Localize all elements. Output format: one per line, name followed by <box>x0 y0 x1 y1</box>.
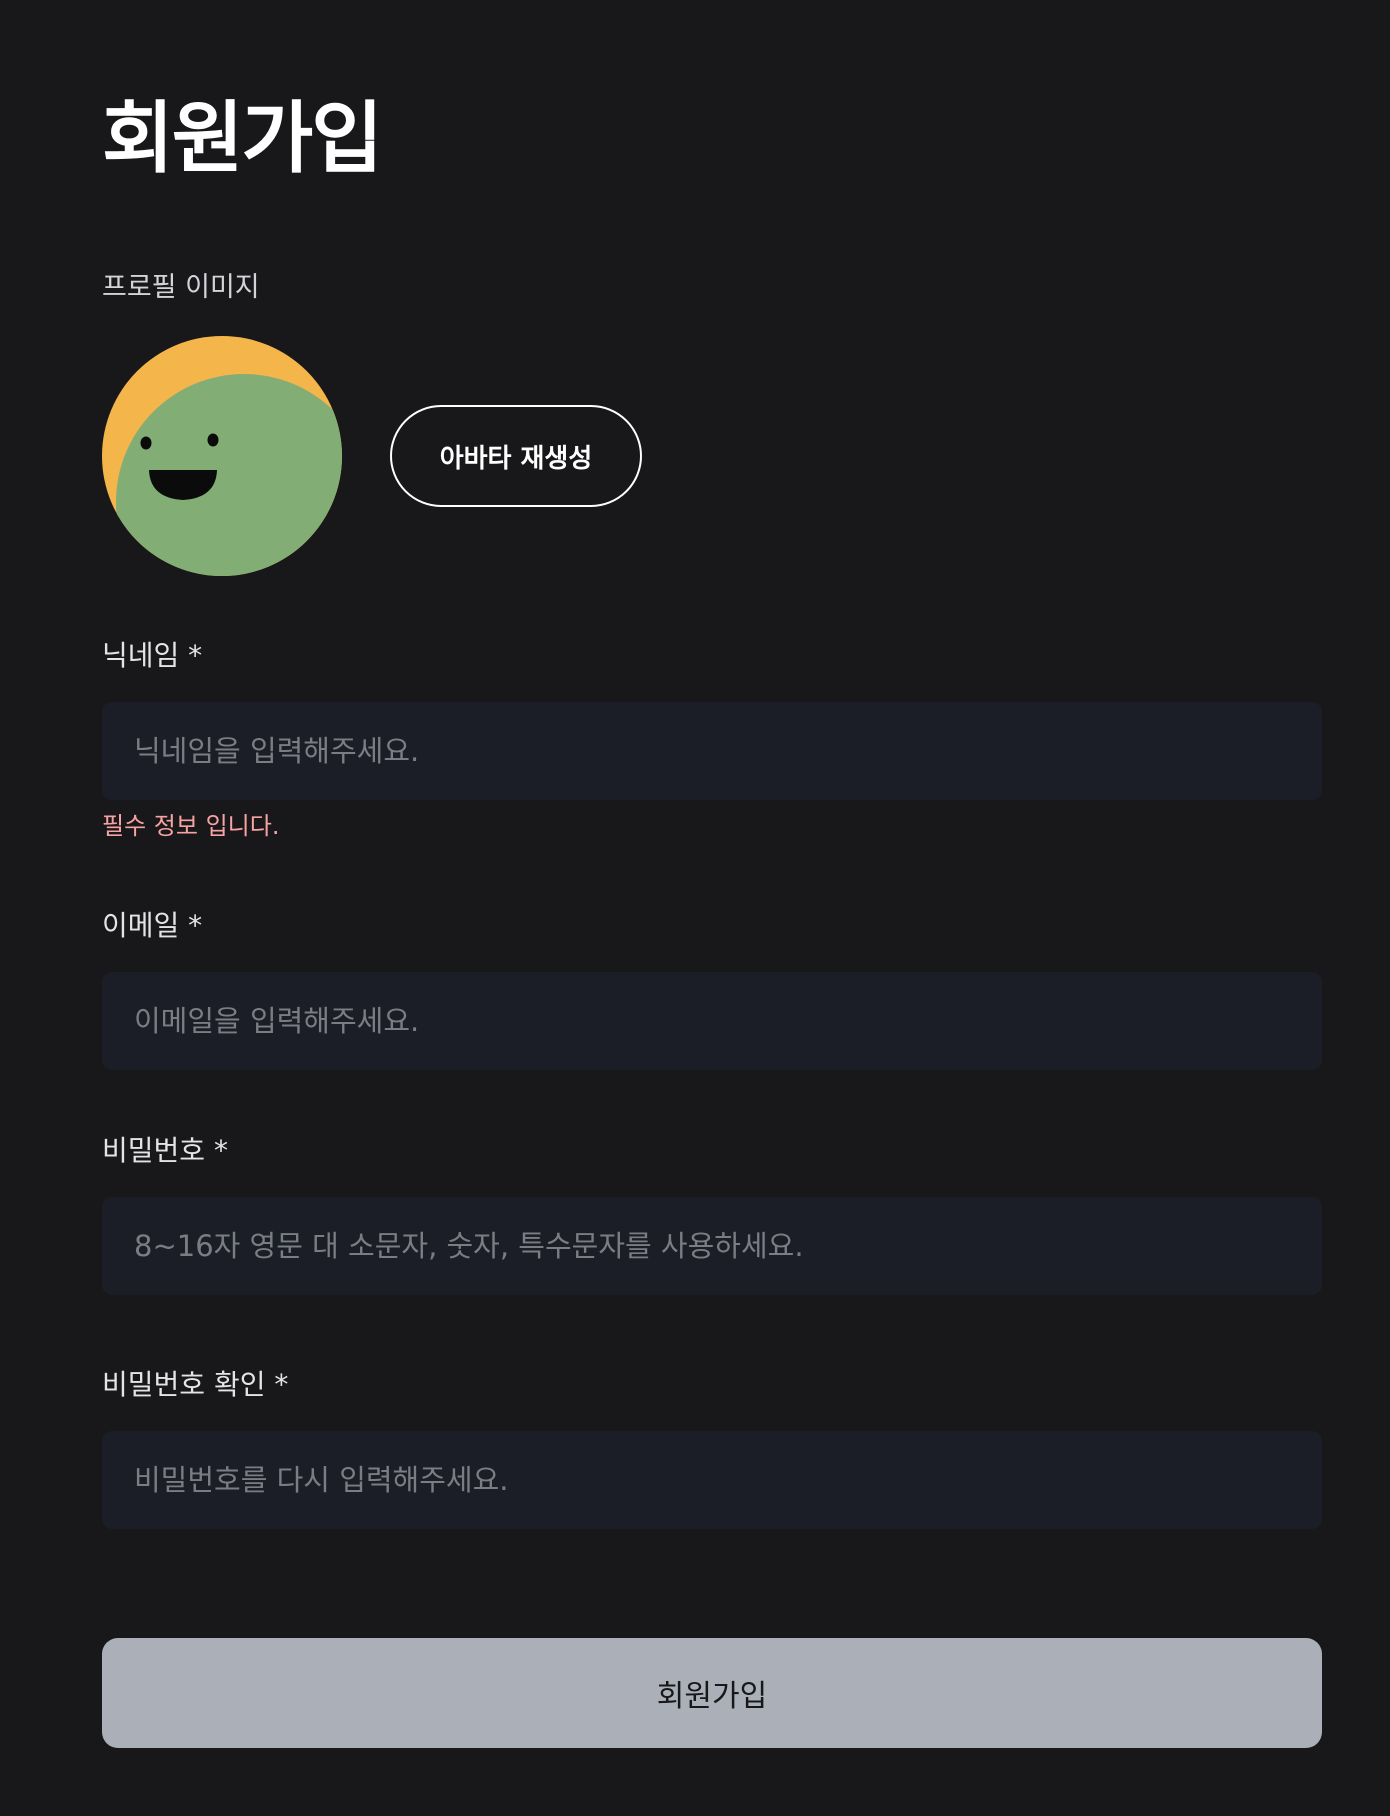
signup-submit-button[interactable]: 회원가입 <box>102 1638 1322 1748</box>
password-label: 비밀번호 * <box>102 1134 228 1167</box>
password-confirm-label: 비밀번호 확인 * <box>102 1368 289 1401</box>
password-confirm-input[interactable] <box>102 1431 1322 1529</box>
regenerate-avatar-button[interactable]: 아바타 재생성 <box>390 405 642 507</box>
password-input[interactable] <box>102 1197 1322 1295</box>
nickname-input[interactable] <box>102 702 1322 800</box>
page-title: 회원가입 <box>102 94 383 184</box>
nickname-label: 닉네임 * <box>102 639 203 672</box>
email-label: 이메일 * <box>102 909 203 942</box>
avatar-right-eye <box>207 433 219 447</box>
profile-image-label: 프로필 이미지 <box>102 272 260 303</box>
avatar <box>102 336 342 576</box>
avatar-left-eye <box>140 436 152 450</box>
email-input[interactable] <box>102 972 1322 1070</box>
nickname-error: 필수 정보 입니다. <box>102 812 280 840</box>
